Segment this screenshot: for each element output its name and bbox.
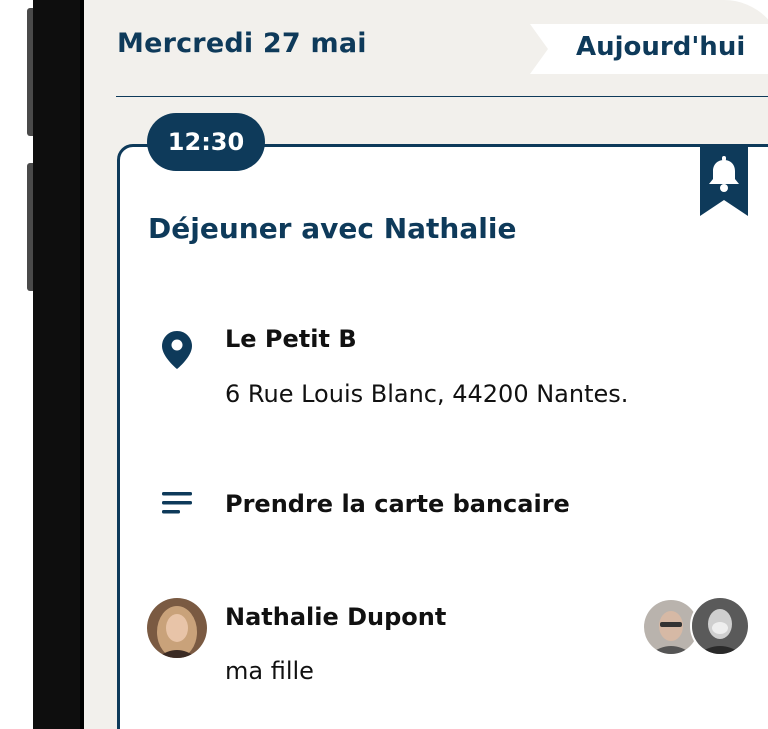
today-button[interactable]: Aujourd'hui xyxy=(530,24,768,74)
phone-device: Mercredi 27 mai Aujourd'hui 12:30 Déjeun… xyxy=(0,0,768,729)
contact-relation: ma fille xyxy=(225,657,314,685)
location-name: Le Petit B xyxy=(225,325,357,353)
contact-avatar[interactable] xyxy=(147,598,207,658)
event-title: Déjeuner avec Nathalie xyxy=(148,212,517,245)
event-note: Prendre la carte bancaire xyxy=(225,490,570,518)
current-date: Mercredi 27 mai xyxy=(117,28,367,59)
bell-icon[interactable] xyxy=(700,144,748,220)
contact-name: Nathalie Dupont xyxy=(225,603,447,631)
location-pin-icon xyxy=(162,331,192,373)
event-time-badge: 12:30 xyxy=(147,113,265,171)
app-screen: Mercredi 27 mai Aujourd'hui 12:30 Déjeun… xyxy=(84,0,768,729)
participant-avatar[interactable] xyxy=(690,596,750,656)
phone-bezel xyxy=(33,0,112,729)
notes-icon xyxy=(162,492,194,520)
today-button-label: Aujourd'hui xyxy=(576,32,746,62)
header-divider xyxy=(116,96,768,97)
location-address[interactable]: 6 Rue Louis Blanc, 44200 Nantes. xyxy=(225,380,628,408)
